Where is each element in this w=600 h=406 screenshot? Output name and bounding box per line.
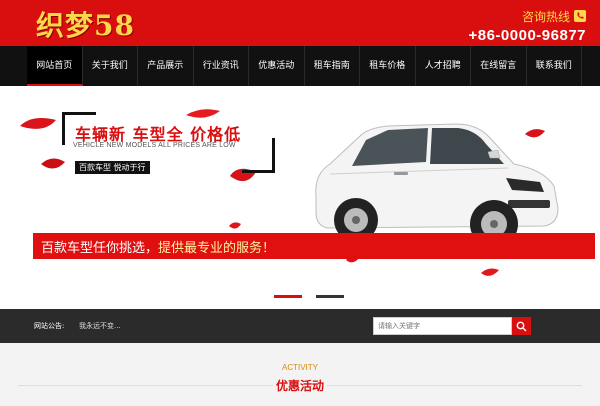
slider-dots: [274, 295, 344, 298]
nav-item-5[interactable]: 优惠活动: [249, 46, 305, 86]
petal-decoration: [230, 168, 256, 182]
petal-decoration: [229, 222, 241, 229]
section-title-cn: 优惠活动: [275, 379, 324, 393]
slogan-part-2: 提供最专业的服务！: [158, 241, 276, 256]
banner-slogan-strip: 百款车型任你挑选，提供最专业的服务！: [33, 233, 595, 259]
banner-tag: 百款车型 悦动于行: [75, 161, 150, 174]
site-logo[interactable]: 织梦58: [36, 4, 135, 44]
main-nav: 网站首页 关于我们 产品展示 行业资讯 优惠活动 租车指南 租车价格 人才招聘 在线留言 联系我们: [0, 46, 600, 86]
section-title-en: ACTIVITY: [281, 363, 318, 372]
banner-slogan: 百款车型任你挑选，提供最专业的服务！: [41, 237, 275, 256]
petal-decoration: [481, 268, 499, 276]
hero-banner: 车辆新 车型全 价格低 VEHICLE NEW MODELS ALL PRICE…: [0, 86, 600, 309]
hotline: 咨询热线 +86-0000-96877: [468, 6, 586, 44]
nav-item-10[interactable]: 联系我们: [527, 46, 582, 86]
petal-decoration: [186, 109, 220, 118]
petal-decoration: [20, 118, 56, 129]
nav-item-9[interactable]: 在线留言: [471, 46, 527, 86]
frame-right: [272, 138, 275, 172]
phone-icon: [574, 10, 586, 22]
nav-item-4[interactable]: 行业资讯: [194, 46, 249, 86]
search-input[interactable]: [373, 317, 512, 335]
notice-bar: 网站公告: 我永远不变...: [0, 309, 600, 343]
frame-bottom: [242, 170, 275, 173]
slogan-part-1: 百款车型任你挑选，: [41, 241, 159, 256]
search-icon: [516, 321, 527, 331]
slider-dot-1[interactable]: [274, 295, 302, 298]
nav-item-3[interactable]: 产品展示: [138, 46, 194, 86]
nav-item-8[interactable]: 人才招聘: [416, 46, 471, 86]
frame-left: [62, 112, 65, 145]
hotline-label: 咨询热线: [521, 10, 570, 24]
slider-dot-2[interactable]: [316, 295, 344, 298]
nav-item-6[interactable]: 租车指南: [305, 46, 360, 86]
top-header: 织梦58 咨询热线 +86-0000-96877: [0, 0, 600, 46]
search-button[interactable]: [512, 317, 531, 335]
petal-decoration: [41, 158, 65, 169]
frame-top: [62, 112, 96, 115]
notice-label: 网站公告:: [34, 322, 65, 330]
nav-item-2[interactable]: 关于我们: [83, 46, 138, 86]
banner-subtitle: VEHICLE NEW MODELS ALL PRICES ARE LOW: [73, 142, 236, 149]
notice-text[interactable]: 我永远不变...: [79, 321, 121, 331]
hotline-number: +86-0000-96877: [468, 27, 586, 44]
nav-item-1[interactable]: 网站首页: [27, 46, 83, 86]
nav-item-7[interactable]: 租车价格: [360, 46, 416, 86]
